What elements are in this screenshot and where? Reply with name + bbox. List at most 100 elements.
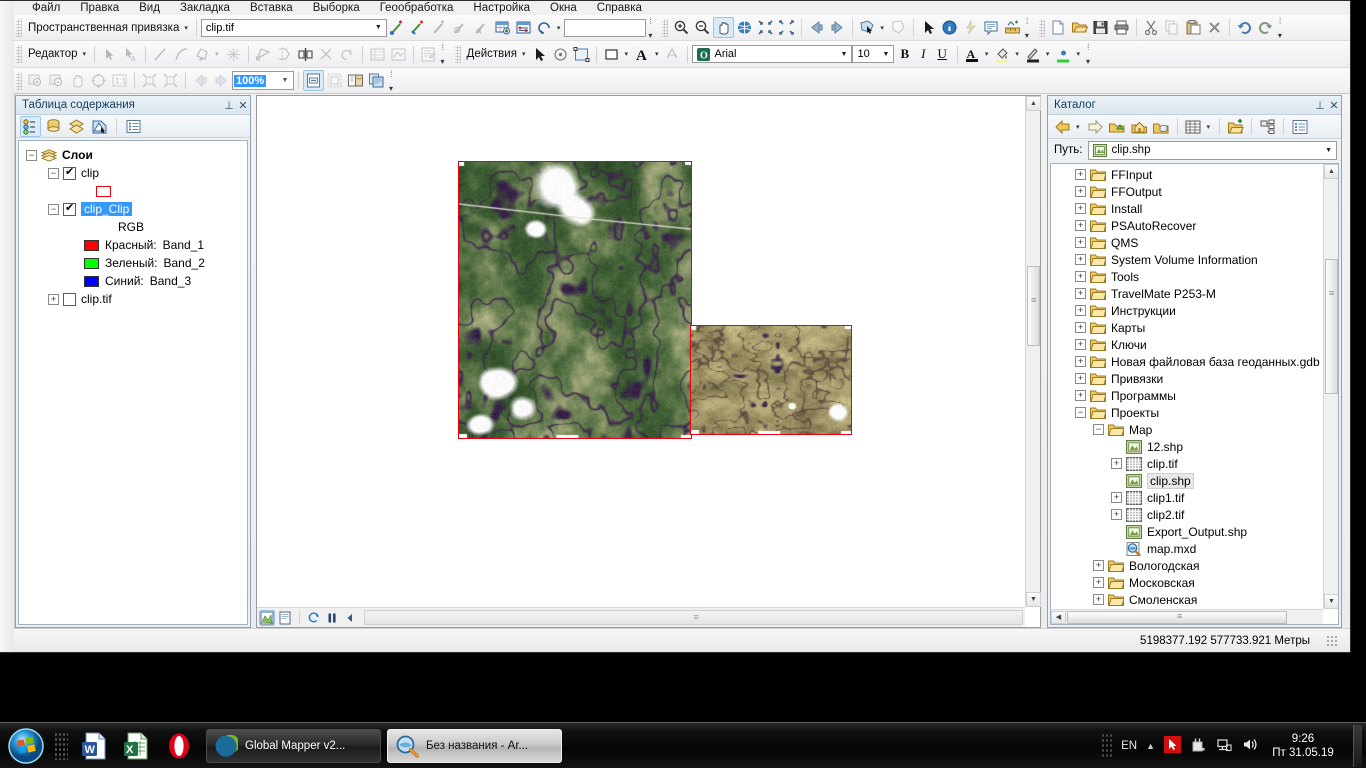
- text-caret[interactable]: ▾: [655, 50, 659, 58]
- back-dropdown-icon[interactable]: ▾: [1076, 123, 1080, 131]
- catalog-tree-item[interactable]: +QMS: [1051, 234, 1323, 251]
- new-polygon-icon[interactable]: [601, 44, 622, 65]
- drawing-menu-caret[interactable]: ▾: [522, 50, 526, 58]
- catalog-horizontal-scrollbar[interactable]: ◀: [1051, 609, 1323, 624]
- zoom-out-icon[interactable]: [46, 70, 67, 91]
- catalog-hscroll-thumb[interactable]: [1067, 611, 1287, 624]
- layout-view-icon[interactable]: [277, 610, 293, 626]
- root-expander[interactable]: −: [26, 150, 37, 161]
- connect-to-folder-icon[interactable]: [1225, 116, 1246, 137]
- menu-item-1[interactable]: Правка: [70, 1, 129, 15]
- toggle-tree-icon[interactable]: [1257, 116, 1278, 137]
- undo-icon[interactable]: [1234, 17, 1255, 38]
- scroll-down-icon[interactable]: ▼: [1026, 592, 1041, 607]
- layer-label[interactable]: clip.tif: [81, 292, 112, 306]
- transform-icon[interactable]: [253, 44, 274, 65]
- zoom-whole-page-icon[interactable]: [88, 70, 109, 91]
- go-forward-icon[interactable]: [827, 17, 848, 38]
- polygon-caret[interactable]: ▾: [624, 50, 628, 58]
- catalog-item-label[interactable]: FFInput: [1111, 168, 1152, 182]
- arc-segment-icon[interactable]: [171, 44, 192, 65]
- contents-dropdown-icon[interactable]: ▾: [1207, 123, 1211, 131]
- layer-expander[interactable]: −: [48, 168, 59, 179]
- polygon-symbol-swatch[interactable]: [96, 186, 111, 197]
- catalog-tree-item[interactable]: + Инструкции: [1051, 302, 1323, 319]
- close-icon[interactable]: ✕: [236, 99, 250, 112]
- catalog-item-label[interactable]: System Volume Information: [1111, 253, 1258, 267]
- toolbar-overflow-button[interactable]: [648, 18, 658, 38]
- tree-expander[interactable]: +: [1111, 492, 1122, 503]
- catalog-tree-item[interactable]: +TravelMate P253-M: [1051, 285, 1323, 302]
- zoom-in-icon[interactable]: [25, 70, 46, 91]
- refresh-view-icon[interactable]: [306, 610, 322, 626]
- font-color-icon[interactable]: A: [962, 44, 983, 65]
- catalog-tree-item[interactable]: +Ключи: [1051, 336, 1323, 353]
- catalog-tree-item[interactable]: +Московская: [1051, 574, 1323, 591]
- layer-label[interactable]: clip_Clip: [81, 202, 132, 216]
- hyperlink-icon[interactable]: [960, 17, 981, 38]
- tree-expander[interactable]: +: [1111, 458, 1122, 469]
- catalog-item-label[interactable]: clip1.tif: [1147, 491, 1184, 505]
- toc-options-icon[interactable]: [123, 116, 144, 137]
- identify-icon[interactable]: [939, 17, 960, 38]
- global-mapper-task[interactable]: Global Mapper v2...: [206, 729, 381, 763]
- menu-item-8[interactable]: Окна: [540, 1, 587, 15]
- catalog-item-label[interactable]: Инструкции: [1111, 304, 1176, 318]
- tree-expander[interactable]: +: [1075, 169, 1086, 180]
- editor-menu-label[interactable]: Редактор: [25, 48, 81, 60]
- catalog-tree-item[interactable]: 12.shp: [1051, 438, 1323, 455]
- marker-color-caret[interactable]: ▾: [1076, 50, 1080, 58]
- menu-item-7[interactable]: Настройка: [463, 1, 540, 15]
- map-vertical-scrollbar[interactable]: ▲ ▼: [1025, 96, 1040, 607]
- editor-menu-caret[interactable]: ▾: [83, 50, 87, 58]
- fill-color-icon[interactable]: [992, 44, 1013, 65]
- new-rectangle-icon[interactable]: [571, 44, 592, 65]
- tree-expander[interactable]: +: [1075, 305, 1086, 316]
- word-icon[interactable]: W: [74, 726, 116, 766]
- toolbar-overflow-button[interactable]: [1086, 44, 1096, 64]
- catalog-item-label[interactable]: clip.shp: [1147, 473, 1194, 489]
- list-by-visibility-icon[interactable]: [66, 116, 87, 137]
- menu-item-3[interactable]: Закладка: [170, 1, 240, 15]
- new-map-icon[interactable]: [1048, 17, 1069, 38]
- attributes-icon[interactable]: [367, 44, 388, 65]
- language-indicator[interactable]: EN: [1121, 740, 1137, 752]
- tree-expander[interactable]: +: [1111, 509, 1122, 520]
- construction-tool-icon[interactable]: [192, 44, 213, 65]
- add-displacement-link-icon[interactable]: [429, 17, 450, 38]
- forward-icon[interactable]: [1085, 116, 1106, 137]
- tree-expander[interactable]: +: [1075, 288, 1086, 299]
- catalog-item-label[interactable]: clip2.tif: [1147, 508, 1184, 522]
- toolbar-overflow-button[interactable]: [1025, 18, 1035, 38]
- catalog-tree-item[interactable]: +Карты: [1051, 319, 1323, 336]
- safely-remove-hardware-icon[interactable]: [1190, 736, 1207, 756]
- catalog-tree-item[interactable]: −Map: [1051, 421, 1323, 438]
- close-icon[interactable]: ✕: [1327, 99, 1341, 112]
- catalog-tree-item[interactable]: −Проекты: [1051, 404, 1323, 421]
- add-control-points-icon[interactable]: [387, 17, 408, 38]
- catalog-item-label[interactable]: Новая файловая база геоданных.gdb: [1111, 355, 1320, 369]
- volume-icon[interactable]: [1242, 736, 1259, 756]
- catalog-options-icon[interactable]: [1289, 116, 1310, 137]
- menu-item-0[interactable]: Файл: [22, 1, 70, 15]
- fill-color-caret[interactable]: ▾: [1015, 50, 1019, 58]
- cut-icon[interactable]: [1141, 17, 1162, 38]
- select-elements-icon[interactable]: [918, 17, 939, 38]
- scroll-up-icon[interactable]: ▲: [1324, 164, 1339, 179]
- measure-icon[interactable]: [1002, 17, 1023, 38]
- font-size-combo[interactable]: 10 ▼: [852, 45, 894, 63]
- zoom-percent-field[interactable]: 100% ▼: [232, 71, 294, 90]
- tree-expander[interactable]: +: [1075, 203, 1086, 214]
- catalog-tree-item[interactable]: + clip1.tif: [1051, 489, 1323, 506]
- catalog-tree-item[interactable]: + clip.tif: [1051, 455, 1323, 472]
- show-hidden-icons-icon[interactable]: ▲: [1146, 741, 1155, 751]
- fixed-zoom-in-icon[interactable]: [755, 17, 776, 38]
- back-icon[interactable]: [1052, 116, 1073, 137]
- catalog-item-label[interactable]: clip.tif: [1147, 457, 1178, 471]
- list-by-source-icon[interactable]: [43, 116, 64, 137]
- clear-selection-icon[interactable]: [888, 17, 909, 38]
- toc-tree[interactable]: −Слои−clip−clip_ClipRGBКрасный:Band_1Зел…: [18, 140, 248, 625]
- tree-expander[interactable]: +: [1075, 186, 1086, 197]
- tree-expander[interactable]: −: [1075, 407, 1086, 418]
- line-color-caret[interactable]: ▾: [1046, 50, 1050, 58]
